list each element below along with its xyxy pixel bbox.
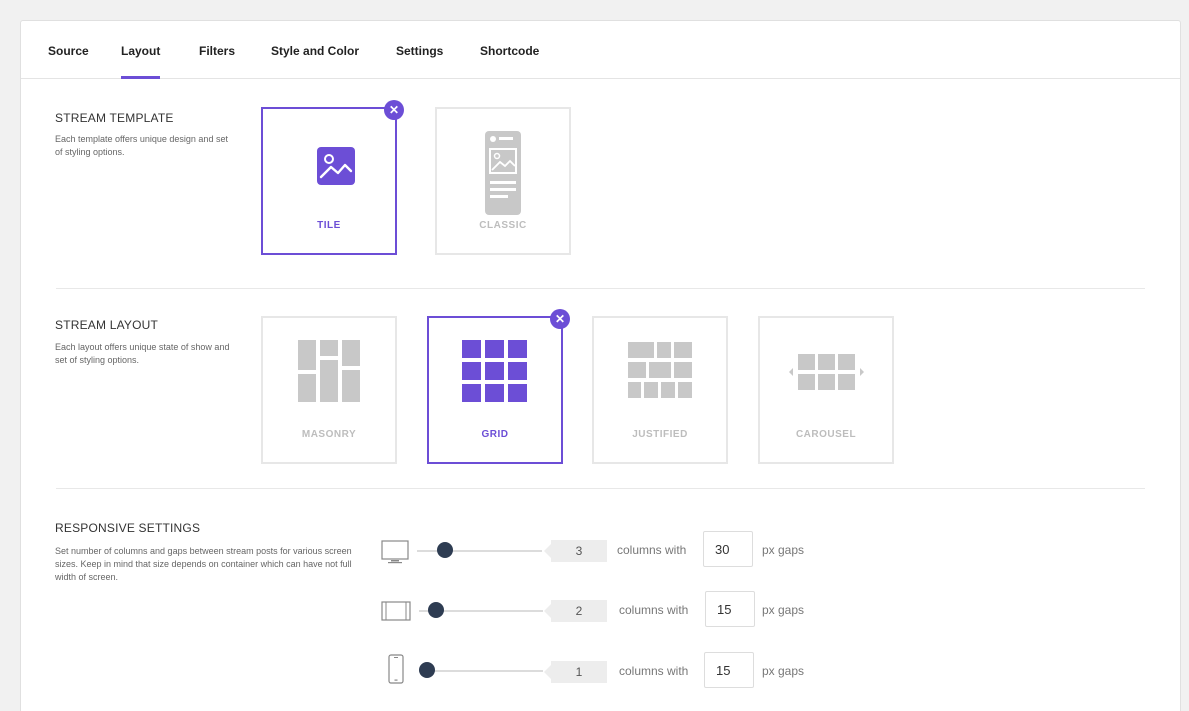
layout-option-carousel[interactable]: CAROUSEL [758, 316, 894, 464]
desktop-icon [381, 540, 409, 564]
tab-filters[interactable]: Filters [199, 21, 235, 79]
px-gaps-label: px gaps [762, 543, 805, 557]
template-option-tile[interactable]: ✕ TILE [261, 100, 404, 255]
columns-with-label: columns with [619, 603, 689, 617]
desktop-columns-slider-track[interactable] [417, 550, 542, 552]
responsive-settings-description: Set number of columns and gaps between s… [55, 546, 352, 582]
columns-with-label: columns with [619, 664, 689, 678]
classic-post-icon [485, 131, 521, 215]
section-divider [56, 288, 1145, 289]
justified-icon [628, 342, 692, 398]
tablet-gap-input[interactable] [705, 591, 755, 627]
layout-label-masonry: MASONRY [301, 429, 357, 440]
tab-bar: Source Layout Filters Style and Color Se… [21, 21, 1180, 79]
section-divider [56, 488, 1145, 489]
settings-panel: Source Layout Filters Style and Color Se… [20, 20, 1181, 711]
stream-template-title: STREAM TEMPLATE [55, 111, 174, 125]
grid-icon [462, 340, 527, 402]
tab-shortcode[interactable]: Shortcode [480, 21, 539, 79]
template-option-classic[interactable]: CLASSIC [435, 107, 571, 255]
tablet-icon [381, 601, 411, 621]
px-gaps-label: px gaps [762, 603, 805, 617]
carousel-icon [789, 354, 864, 390]
layout-option-justified[interactable]: JUSTIFIED [592, 316, 728, 464]
tablet-columns-slider-handle[interactable] [428, 602, 444, 618]
layout-label-carousel: CAROUSEL [795, 429, 857, 440]
responsive-settings-title: RESPONSIVE SETTINGS [55, 521, 201, 535]
mobile-columns-slider-track[interactable] [419, 670, 543, 672]
desktop-columns-value: 3 [544, 540, 607, 562]
mobile-columns-slider-handle[interactable] [419, 662, 435, 678]
px-gaps-label: px gaps [762, 664, 805, 678]
tab-settings[interactable]: Settings [396, 21, 443, 79]
layout-option-grid[interactable]: ✕ GRID [427, 309, 570, 464]
template-label-classic: CLASSIC [479, 220, 527, 231]
tab-source[interactable]: Source [48, 21, 89, 79]
tab-layout[interactable]: Layout [121, 21, 161, 79]
columns-with-label: columns with [617, 543, 687, 557]
close-icon[interactable]: ✕ [384, 100, 404, 120]
desktop-columns-slider-handle[interactable] [437, 542, 453, 558]
desktop-gap-input[interactable] [703, 531, 753, 567]
stream-layout-description: Each layout offers unique state of show … [55, 342, 230, 365]
layout-label-justified: JUSTIFIED [632, 429, 688, 440]
stream-template-description: Each template offers unique design and s… [55, 134, 228, 157]
mobile-gap-input[interactable] [704, 652, 754, 688]
close-icon[interactable]: ✕ [550, 309, 570, 329]
tablet-columns-value: 2 [544, 600, 607, 622]
stream-layout-title: STREAM LAYOUT [55, 318, 159, 332]
mobile-icon [388, 654, 404, 684]
tab-style-and-color[interactable]: Style and Color [271, 21, 359, 79]
layout-label-grid: GRID [481, 429, 509, 440]
masonry-icon [298, 340, 360, 402]
image-icon [317, 147, 355, 185]
layout-option-masonry[interactable]: MASONRY [261, 316, 397, 464]
template-label-tile: TILE [317, 220, 341, 231]
mobile-columns-value: 1 [544, 661, 607, 683]
